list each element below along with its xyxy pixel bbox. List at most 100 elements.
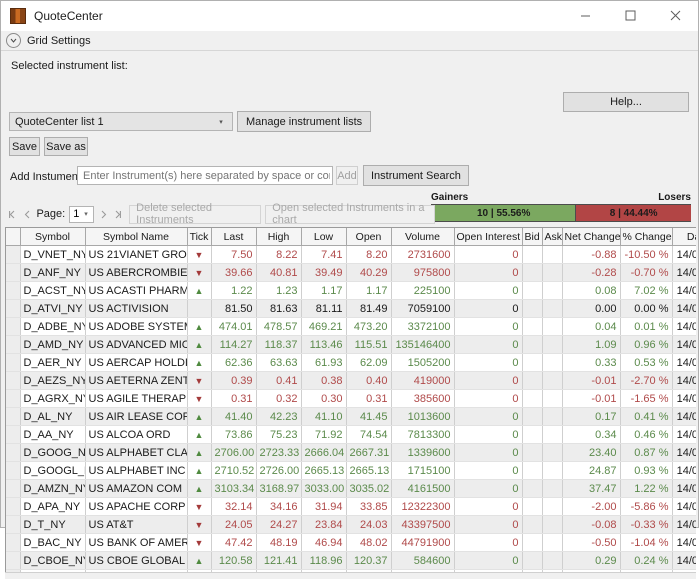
add-button[interactable]: Add [336,166,358,185]
cell-high: 75.23 [256,425,302,444]
help-button[interactable]: Help... [563,92,689,112]
column-header-sel[interactable] [6,228,21,246]
cell-last: 81.50 [211,299,257,318]
cell-volume: 7813300 [391,425,455,444]
table-row[interactable]: D_T_NY US AT&T ▼ 24.05 24.27 23.84 24.03 433975… [6,515,696,534]
cell-date: 14/02/22 [672,479,696,498]
cell-symbol: D_AMD_NY [20,335,86,354]
cell-low: 113.46 [301,335,347,354]
table-row[interactable]: D_ACST_NYUS ACASTI PHARMA I▲1.221.231.17… [6,281,696,300]
cell-last: 41.40 [211,407,257,426]
table-row[interactable]: D_AMD_NYUS ADVANCED MICRO▲114.27118.3711… [6,335,696,354]
column-header-last[interactable]: Last [211,228,257,246]
table-row[interactable]: D_APA_NY US APACHE CORP ▼ 32.14 34.16 31.94 33… [6,497,696,516]
row-selector-cell[interactable] [6,389,21,408]
row-selector-cell[interactable] [6,371,21,390]
add-instruments-input[interactable] [78,168,332,183]
cell-pctchg: -2.70 % [620,371,673,390]
row-selector-cell[interactable] [6,353,21,372]
row-selector-cell[interactable] [6,317,21,336]
last-page-icon[interactable] [110,205,125,223]
instrument-grid[interactable]: Symbol Symbol Name Tick Last High Low Open Volu… [5,227,696,576]
row-selector-cell[interactable] [6,479,21,498]
table-row[interactable]: D_AMZN_NY US AMAZON COM ▲ 3103.34 3168.97 303… [6,479,696,498]
table-row[interactable]: D_ATVI_NY US ACTIVISION 81.50 81.63 81.11 81.… [6,299,696,318]
row-selector-cell[interactable] [6,281,21,300]
quotecenter-window: QuoteCenter Grid Settings Selected instr… [0,0,699,579]
chevron-down-icon[interactable] [6,33,21,48]
minimize-icon[interactable] [563,1,608,30]
table-row[interactable]: D_AL_NY US AIR LEASE CORP ▲ 41.40 42.23 41.10… [6,407,696,426]
row-selector-cell[interactable] [6,245,21,264]
gainers-losers-bar: 10 | 55.56% 8 | 44.44% [431,204,691,222]
cell-volume: 12322300 [391,497,455,516]
table-row[interactable]: D_CBOE_NYUS CBOE GLOBAL MA▲120.58121.411… [6,551,696,570]
column-header-name[interactable]: Symbol Name [85,228,188,246]
cell-high: 42.23 [256,407,302,426]
row-selector-cell[interactable] [6,551,21,570]
row-selector-cell[interactable] [6,335,21,354]
cell-high: 48.19 [256,533,302,552]
table-row[interactable]: D_ANF_NYUS ABERCROMBIE OR▼39.6640.8139.4… [6,263,696,282]
table-row[interactable]: D_ADBE_NY US ADOBE SYSTEM ▲ 474.01 478.57 469… [6,317,696,336]
row-selector-cell[interactable] [6,407,21,426]
column-header-netchg[interactable]: Net Change [562,228,621,246]
delete-selected-instruments-button[interactable]: Delete selected Instruments [129,202,262,226]
column-header-high[interactable]: High [256,228,302,246]
instrument-search-button[interactable]: Instrument Search [363,165,469,186]
previous-page-icon[interactable] [20,205,35,223]
save-as-button[interactable]: Save as [44,137,88,156]
table-row[interactable]: D_GOOGL_NYUS ALPHABET INC CLA▲2710.52272… [6,461,696,480]
cell-date: 14/02/22 [672,389,696,408]
cell-ask [542,479,563,498]
column-header-symbol[interactable]: Symbol [20,228,86,246]
cell-pctchg: 0.53 % [620,353,673,372]
open-selected-in-chart-button[interactable]: Open selected Instruments in a chart [265,202,435,226]
page-number-select[interactable]: 1 ▾ [69,205,94,223]
table-row[interactable]: D_AGRX_NYUS AGILE THERAPEUT▼0.310.320.30… [6,389,696,408]
column-header-date[interactable]: Date [672,228,696,246]
cell-oi: 0 [454,389,523,408]
first-page-icon[interactable] [5,205,20,223]
close-icon[interactable] [653,1,698,30]
row-selector-cell[interactable] [6,515,21,534]
cell-oi: 0 [454,551,523,570]
table-row[interactable]: D_VNET_NYUS 21VIANET GROUP▼7.508.227.418… [6,245,696,264]
grid-settings-bar[interactable]: Grid Settings [1,31,698,51]
horizontal-scrollbar[interactable] [5,572,696,579]
next-page-icon[interactable] [96,205,111,223]
cell-high: 118.37 [256,335,302,354]
column-header-pctchg[interactable]: % Change [620,228,673,246]
row-selector-cell[interactable] [6,425,21,444]
table-row[interactable]: D_AER_NYUS AERCAP HOLDING▲62.3663.6361.9… [6,353,696,372]
row-selector-cell[interactable] [6,497,21,516]
tick-down-icon: ▼ [187,371,212,390]
table-row[interactable]: D_GOOG_NYUS ALPHABET CLASS (▲2706.002723… [6,443,696,462]
losers-segment: 8 | 44.44% [576,205,691,221]
column-header-low[interactable]: Low [301,228,347,246]
column-header-bid[interactable]: Bid [522,228,543,246]
cell-low: 7.41 [301,245,347,264]
column-header-volume[interactable]: Volume [391,228,455,246]
row-selector-cell[interactable] [6,263,21,282]
row-selector-cell[interactable] [6,461,21,480]
instrument-list-select[interactable]: QuoteCenter list 1 ▾ [9,112,233,131]
cell-last: 24.05 [211,515,257,534]
row-selector-cell[interactable] [6,443,21,462]
table-row[interactable]: D_BAC_NYUS BANK OF AMERICA▼47.4248.1946.… [6,533,696,552]
cell-netchg: 0.08 [562,281,621,300]
manage-instrument-lists-button[interactable]: Manage instrument lists [237,111,372,132]
table-row[interactable]: D_AA_NY US ALCOA ORD ▲ 73.86 75.23 71.92 74.54… [6,425,696,444]
column-header-oi[interactable]: Open Interest [454,228,523,246]
row-selector-cell[interactable] [6,299,21,318]
add-instruments-field[interactable] [77,166,333,185]
maximize-icon[interactable] [608,1,653,30]
cell-date: 14/02/22 [672,263,696,282]
column-header-open[interactable]: Open [346,228,392,246]
cell-oi: 0 [454,533,523,552]
column-header-ask[interactable]: Ask [542,228,563,246]
row-selector-cell[interactable] [6,533,21,552]
save-button[interactable]: Save [9,137,40,156]
table-row[interactable]: D_AEZS_NYUS AETERNA ZENTARI▼0.390.410.38… [6,371,696,390]
column-header-tick[interactable]: Tick [187,228,212,246]
